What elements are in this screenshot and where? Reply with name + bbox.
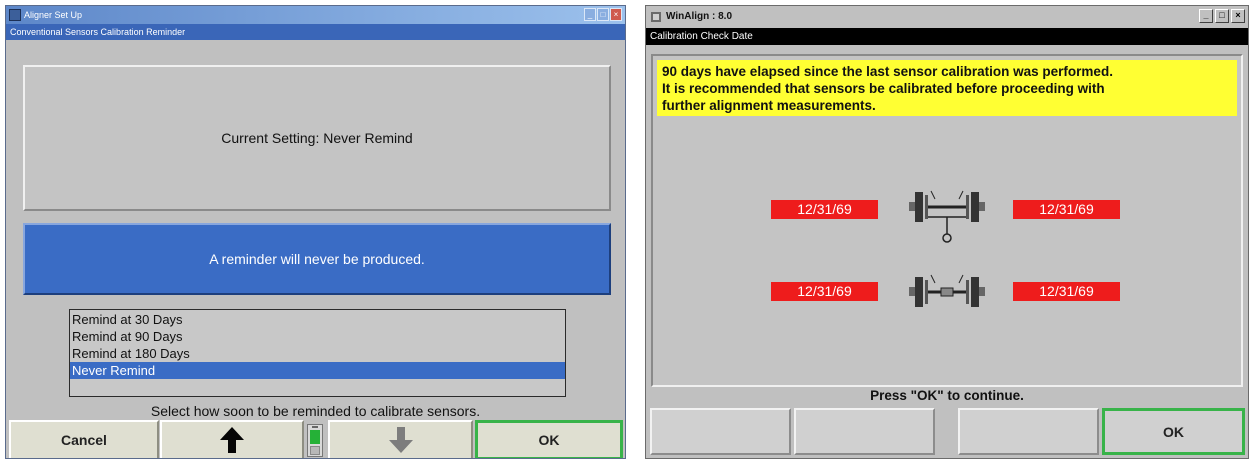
notice-line-2: It is recommended that sensors be calibr… bbox=[662, 81, 1105, 96]
current-setting-text: Current Setting: Never Remind bbox=[221, 130, 413, 146]
current-setting-panel: Current Setting: Never Remind bbox=[23, 65, 611, 211]
calibration-check-window: WinAlign : 8.0 _ □ × Calibration Check D… bbox=[645, 5, 1249, 459]
down-button[interactable] bbox=[328, 420, 473, 458]
app-icon bbox=[9, 9, 21, 21]
calibration-main-panel: 90 days have elapsed since the last sens… bbox=[651, 54, 1243, 387]
reminder-options-list[interactable]: Remind at 30 Days Remind at 90 Days Remi… bbox=[69, 309, 566, 397]
close-button[interactable]: × bbox=[1231, 9, 1245, 23]
ok-button-label: OK bbox=[1163, 423, 1184, 440]
winalign-app-icon bbox=[651, 12, 661, 22]
right-window-title: WinAlign : 8.0 bbox=[666, 11, 733, 22]
instruction-text: Select how soon to be reminded to calibr… bbox=[150, 403, 481, 419]
left-subtitle: Conventional Sensors Calibration Reminde… bbox=[6, 24, 625, 40]
rear-right-date-badge: 12/31/69 bbox=[1013, 282, 1120, 301]
ok-button-label: OK bbox=[538, 432, 560, 448]
cancel-button-label: Cancel bbox=[61, 432, 107, 448]
front-axle-icon bbox=[909, 190, 985, 243]
arrow-up-icon bbox=[220, 427, 244, 453]
cancel-button[interactable]: Cancel bbox=[9, 420, 159, 458]
list-item-remind-30[interactable]: Remind at 30 Days bbox=[70, 311, 565, 328]
up-button[interactable] bbox=[160, 420, 304, 458]
left-window-title: Aligner Set Up bbox=[24, 10, 83, 20]
rear-axle-icon bbox=[909, 274, 985, 307]
left-title-bar: Aligner Set Up _ □ × bbox=[6, 6, 625, 24]
list-item-remind-90[interactable]: Remind at 90 Days bbox=[70, 328, 565, 345]
right-button-bar: OK bbox=[646, 405, 1248, 456]
continue-prompt: Press "OK" to continue. bbox=[870, 388, 1024, 403]
notice-line-1: 90 days have elapsed since the last sens… bbox=[662, 64, 1113, 79]
front-right-date-badge: 12/31/69 bbox=[1013, 200, 1120, 219]
rear-left-date-badge: 12/31/69 bbox=[771, 282, 878, 301]
reminder-status-bar: A reminder will never be produced. bbox=[23, 223, 611, 295]
function-button-3[interactable] bbox=[958, 408, 1099, 455]
list-item-never-remind[interactable]: Never Remind bbox=[70, 362, 565, 379]
function-button-1[interactable] bbox=[650, 408, 791, 455]
reminder-status-text: A reminder will never be produced. bbox=[209, 251, 425, 267]
maximize-button[interactable]: □ bbox=[1215, 9, 1229, 23]
notice-line-3: further alignment measurements. bbox=[662, 98, 876, 113]
arrow-down-icon bbox=[388, 427, 413, 453]
maximize-button[interactable]: □ bbox=[597, 8, 609, 21]
right-title-bar: WinAlign : 8.0 _ □ × bbox=[646, 6, 1248, 28]
minimize-button[interactable]: _ bbox=[584, 8, 596, 21]
calibration-notice: 90 days have elapsed since the last sens… bbox=[657, 60, 1237, 116]
right-subtitle: Calibration Check Date bbox=[646, 28, 1248, 45]
list-item-remind-180[interactable]: Remind at 180 Days bbox=[70, 345, 565, 362]
ok-button[interactable]: OK bbox=[1102, 408, 1245, 455]
battery-indicator-icon bbox=[307, 424, 323, 457]
ok-button[interactable]: OK bbox=[475, 420, 623, 458]
close-button[interactable]: × bbox=[610, 8, 622, 21]
front-left-date-badge: 12/31/69 bbox=[771, 200, 878, 219]
calibration-reminder-window: Aligner Set Up _ □ × Conventional Sensor… bbox=[5, 5, 626, 459]
function-button-2[interactable] bbox=[794, 408, 935, 455]
minimize-button[interactable]: _ bbox=[1199, 9, 1213, 23]
left-button-bar: Cancel OK bbox=[6, 420, 625, 458]
